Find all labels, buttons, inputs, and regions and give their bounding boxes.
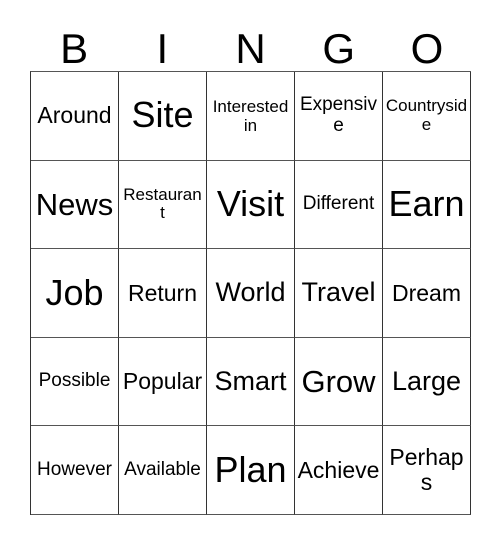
- bingo-cell-label: Return: [127, 279, 198, 306]
- bingo-cell[interactable]: Plan: [207, 426, 295, 515]
- bingo-cell[interactable]: Interested in: [207, 72, 295, 161]
- bingo-header-row: B I N G O: [30, 22, 471, 71]
- bingo-cell-label: Dream: [391, 279, 461, 306]
- bingo-row: However Available Plan Achieve Perhaps: [31, 426, 471, 515]
- bingo-cell[interactable]: Earn: [383, 160, 471, 250]
- bingo-cell[interactable]: World: [207, 249, 295, 338]
- bingo-card: B I N G O Around Site Interested in Expe…: [0, 0, 500, 544]
- bingo-cell-label: Around: [37, 102, 112, 129]
- bingo-cell-label: Expensive: [299, 94, 378, 136]
- bingo-cell[interactable]: Perhaps: [383, 426, 471, 515]
- bingo-header-letter-b: B: [60, 25, 89, 72]
- bingo-cell[interactable]: Around: [31, 72, 119, 161]
- bingo-row: News Restaurant Visit Different Earn: [31, 160, 471, 250]
- bingo-cell[interactable]: Job: [31, 249, 119, 338]
- bingo-cell-label: Large: [391, 366, 462, 396]
- bingo-cell-label: Smart: [214, 366, 287, 396]
- bingo-row: Around Site Interested in Expensive Coun…: [31, 72, 471, 161]
- bingo-cell[interactable]: Restaurant: [119, 160, 207, 250]
- bingo-cell[interactable]: Possible: [31, 337, 119, 427]
- bingo-cell[interactable]: Available: [119, 426, 207, 515]
- bingo-header-letter-i: I: [156, 25, 169, 72]
- bingo-cell-label: Perhaps: [389, 444, 464, 496]
- bingo-cell[interactable]: Expensive: [295, 72, 383, 161]
- bingo-cell-label: Visit: [216, 182, 285, 224]
- bingo-cell[interactable]: However: [31, 426, 119, 515]
- bingo-cell-label: Popular: [122, 368, 203, 395]
- bingo-cell-label: Plan: [214, 448, 287, 490]
- bingo-cell-label: Earn: [388, 182, 465, 224]
- bingo-cell[interactable]: Achieve: [295, 426, 383, 515]
- bingo-cell-label: Interested in: [212, 96, 289, 135]
- bingo-cell[interactable]: Dream: [383, 249, 471, 338]
- bingo-cell-label: Achieve: [297, 456, 380, 483]
- bingo-cell-label: World: [215, 277, 286, 308]
- bingo-grid: Around Site Interested in Expensive Coun…: [30, 71, 471, 515]
- bingo-cell[interactable]: Return: [119, 249, 207, 338]
- bingo-cell[interactable]: Popular: [119, 337, 207, 427]
- bingo-cell[interactable]: Smart: [207, 337, 295, 427]
- bingo-cell-label: Available: [124, 458, 201, 480]
- bingo-cell-label: Possible: [38, 370, 111, 392]
- bingo-header-letter-g: G: [322, 25, 356, 72]
- bingo-cell-label: Site: [131, 94, 194, 136]
- bingo-cell[interactable]: Large: [383, 337, 471, 427]
- bingo-cell-label: News: [35, 186, 114, 222]
- bingo-cell-label: Countryside: [385, 96, 468, 134]
- bingo-cell-label: Travel: [301, 277, 376, 308]
- bingo-cell[interactable]: Different: [295, 160, 383, 250]
- bingo-cell-label: However: [37, 458, 112, 480]
- bingo-cell[interactable]: Site: [119, 72, 207, 161]
- bingo-cell[interactable]: Visit: [207, 160, 295, 250]
- bingo-cell-label: Job: [45, 271, 104, 313]
- bingo-header-letter-n: N: [235, 25, 266, 72]
- bingo-row: Job Return World Travel Dream: [31, 249, 471, 338]
- bingo-cell-label: Restaurant: [123, 185, 202, 223]
- bingo-cell[interactable]: Countryside: [383, 72, 471, 161]
- bingo-cell[interactable]: Travel: [295, 249, 383, 338]
- bingo-cell[interactable]: News: [31, 160, 119, 250]
- bingo-cell-label: Grow: [301, 363, 376, 399]
- bingo-header-letter-o: O: [410, 25, 444, 72]
- bingo-row: Possible Popular Smart Grow Large: [31, 337, 471, 427]
- bingo-cell-label: Different: [302, 193, 375, 215]
- bingo-cell[interactable]: Grow: [295, 337, 383, 427]
